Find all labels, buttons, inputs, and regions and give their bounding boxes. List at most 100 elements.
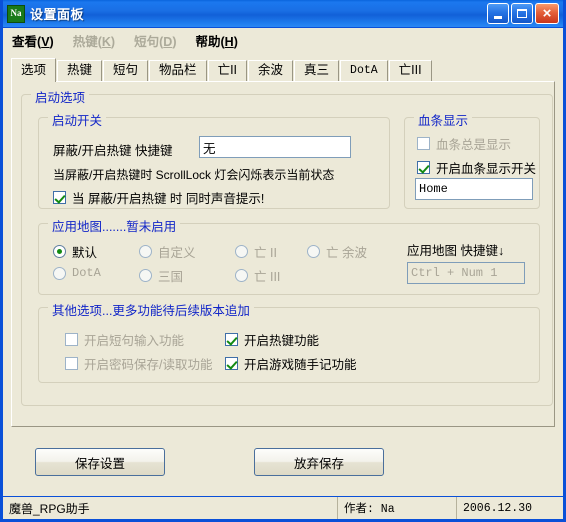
blood-always-show-label: 血条总是显示 [436, 138, 512, 152]
hotkey-shortcut-label: 屏蔽/开启热键 快捷键 [53, 144, 173, 158]
radio-map-wang2-row: 亡 II [235, 242, 277, 261]
radio-map-wang3-label: 亡 III [254, 270, 281, 284]
menu-bar: 查看(V) 热键(K) 短句(D) 帮助(H) [3, 28, 563, 53]
title-bar: Na 设置面板 × [3, 0, 563, 28]
other-password-save-checkbox [65, 357, 78, 370]
tab-strip: 选项 热键 短句 物品栏 亡II 余波 真三 DotA 亡III [11, 57, 555, 82]
menu-item-hotkey-label: 热键 [72, 34, 98, 49]
other-password-save-row: 开启密码保存/读取功能 [65, 354, 212, 373]
app-icon-na: Na [7, 4, 25, 23]
settings-panel-window: Na 设置面板 × 查看(V) 热键(K) 短句(D) 帮助(H) 选项 热键 … [0, 0, 566, 522]
other-game-notes-checkbox[interactable] [225, 357, 238, 370]
minimize-button[interactable] [487, 3, 509, 24]
radio-map-dota [53, 266, 66, 280]
apply-map-hotkey-input [407, 262, 525, 284]
radio-map-sanguo-label: 三国 [158, 270, 184, 284]
group-startup-switch-title: 启动开关 [48, 110, 107, 129]
other-phrase-input-checkbox [65, 333, 78, 346]
menu-item-help-mnemonic: H [224, 34, 234, 49]
blood-always-show-row: 血条总是显示 [417, 134, 511, 153]
group-startup-switch: 启动开关 屏蔽/开启热键 快捷键 当屏蔽/开启热键时 ScrollLock 灯会… [38, 110, 390, 209]
tab-zhensan[interactable]: 真三 [294, 60, 340, 81]
tab-phrases[interactable]: 短句 [103, 60, 149, 81]
menu-item-hotkey-mnemonic: K [101, 34, 111, 49]
radio-map-sanguo-row: 三国 [139, 266, 183, 285]
radio-map-wang2-label: 亡 II [254, 246, 277, 260]
radio-map-sanguo [139, 269, 152, 282]
group-startup-options-title: 启动选项 [31, 87, 90, 106]
group-apply-map-title: 应用地图.......暂未启用 [48, 216, 181, 235]
tab-options[interactable]: 选项 [11, 58, 57, 82]
close-icon: × [542, 5, 552, 22]
window-title: 设置面板 [30, 7, 85, 22]
tab-hotkeys[interactable]: 热键 [57, 60, 103, 81]
tab-page-options: 启动选项 启动开关 屏蔽/开启热键 快捷键 当屏蔽/开启热键时 ScrollLo… [11, 81, 555, 427]
tab-strip-filler [433, 80, 555, 81]
menu-item-view-label: 查看 [12, 34, 38, 49]
group-other-options-title: 其他选项...更多功能待后续版本追加 [48, 300, 254, 319]
menu-item-help[interactable]: 帮助(H) [192, 28, 246, 53]
apply-map-hotkey-label: 应用地图 快捷键↓ [407, 244, 505, 258]
other-game-notes-label: 开启游戏随手记功能 [244, 358, 357, 372]
group-blood-bar-title: 血条显示 [414, 110, 473, 129]
hotkey-shortcut-input[interactable] [199, 136, 351, 158]
radio-map-default[interactable] [53, 245, 66, 258]
sound-prompt-checkbox-row[interactable]: 当 屏蔽/开启热键 时 同时声音提示! [53, 188, 264, 207]
radio-map-custom-row: 自定义 [139, 242, 196, 261]
other-hotkey-function-label: 开启热键功能 [244, 334, 320, 348]
tab-dota[interactable]: DotA [340, 60, 388, 81]
menu-item-view-mnemonic: V [41, 34, 50, 49]
menu-item-help-label: 帮助 [195, 34, 221, 49]
window-controls: × [487, 3, 561, 24]
blood-enable-switch-row[interactable]: 开启血条显示开关 [417, 158, 536, 177]
other-phrase-input-row: 开启短句输入功能 [65, 330, 184, 349]
menu-item-hotkey: 热键(K) [72, 34, 116, 49]
status-app-name: 魔兽_RPG助手 [9, 501, 90, 516]
sound-prompt-label: 当 屏蔽/开启热键 时 同时声音提示! [72, 192, 265, 206]
other-hotkey-function-checkbox[interactable] [225, 333, 238, 346]
tab-wang3[interactable]: 亡III [388, 60, 432, 81]
discard-save-button[interactable]: 放弃保存 [254, 448, 384, 476]
other-password-save-label: 开启密码保存/读取功能 [84, 358, 213, 372]
menu-item-phrase-label: 短句 [134, 34, 160, 49]
tab-wang2[interactable]: 亡II [207, 60, 248, 81]
radio-map-dota-row: DotA [53, 266, 101, 280]
minimize-icon [494, 15, 502, 19]
other-game-notes-row[interactable]: 开启游戏随手记功能 [225, 354, 357, 373]
radio-map-default-row[interactable]: 默认 [53, 242, 97, 261]
group-apply-map: 应用地图.......暂未启用 默认 自定义 亡 II 亡 余波 DotA 三国… [38, 216, 540, 295]
group-blood-bar: 血条显示 血条总是显示 开启血条显示开关 [404, 110, 540, 209]
save-settings-button[interactable]: 保存设置 [35, 448, 165, 476]
status-date: 2006.12.30 [456, 497, 563, 519]
radio-map-yubo-row: 亡 余波 [307, 242, 367, 261]
radio-map-wang2 [235, 245, 248, 258]
radio-map-dota-label: DotA [72, 266, 101, 280]
sound-prompt-checkbox[interactable] [53, 191, 66, 204]
menu-item-phrase: 短句(D) [134, 34, 177, 49]
radio-map-custom-label: 自定义 [158, 246, 196, 260]
radio-map-wang3-row: 亡 III [235, 266, 280, 285]
maximize-button[interactable] [511, 3, 533, 24]
blood-enable-switch-label: 开启血条显示开关 [436, 162, 537, 176]
radio-map-yubo [307, 245, 320, 258]
scrolllock-hint-label: 当屏蔽/开启热键时 ScrollLock 灯会闪烁表示当前状态 [53, 168, 335, 182]
group-other-options: 其他选项...更多功能待后续版本追加 开启短句输入功能 开启热键功能 开启密码保… [38, 300, 540, 383]
tab-inventory[interactable]: 物品栏 [149, 60, 207, 81]
menu-item-phrase-mnemonic: D [163, 34, 173, 49]
other-phrase-input-label: 开启短句输入功能 [84, 334, 185, 348]
tab-yubo[interactable]: 余波 [248, 60, 294, 81]
menu-item-view[interactable]: 查看(V) [9, 28, 63, 53]
blood-always-show-checkbox [417, 137, 430, 150]
status-bar: 魔兽_RPG助手 作者: Na 2006.12.30 [3, 496, 563, 519]
blood-enable-switch-checkbox[interactable] [417, 161, 430, 174]
radio-map-yubo-label: 亡 余波 [326, 246, 367, 260]
blood-bar-hotkey-input[interactable] [415, 178, 533, 200]
status-author: 作者: Na [337, 497, 456, 519]
group-startup-options: 启动选项 启动开关 屏蔽/开启热键 快捷键 当屏蔽/开启热键时 ScrollLo… [21, 87, 553, 406]
maximize-icon [517, 9, 527, 18]
other-hotkey-function-row[interactable]: 开启热键功能 [225, 330, 319, 349]
radio-map-custom [139, 245, 152, 258]
close-button[interactable]: × [535, 3, 559, 24]
radio-map-wang3 [235, 269, 248, 282]
radio-map-default-label: 默认 [72, 246, 98, 260]
